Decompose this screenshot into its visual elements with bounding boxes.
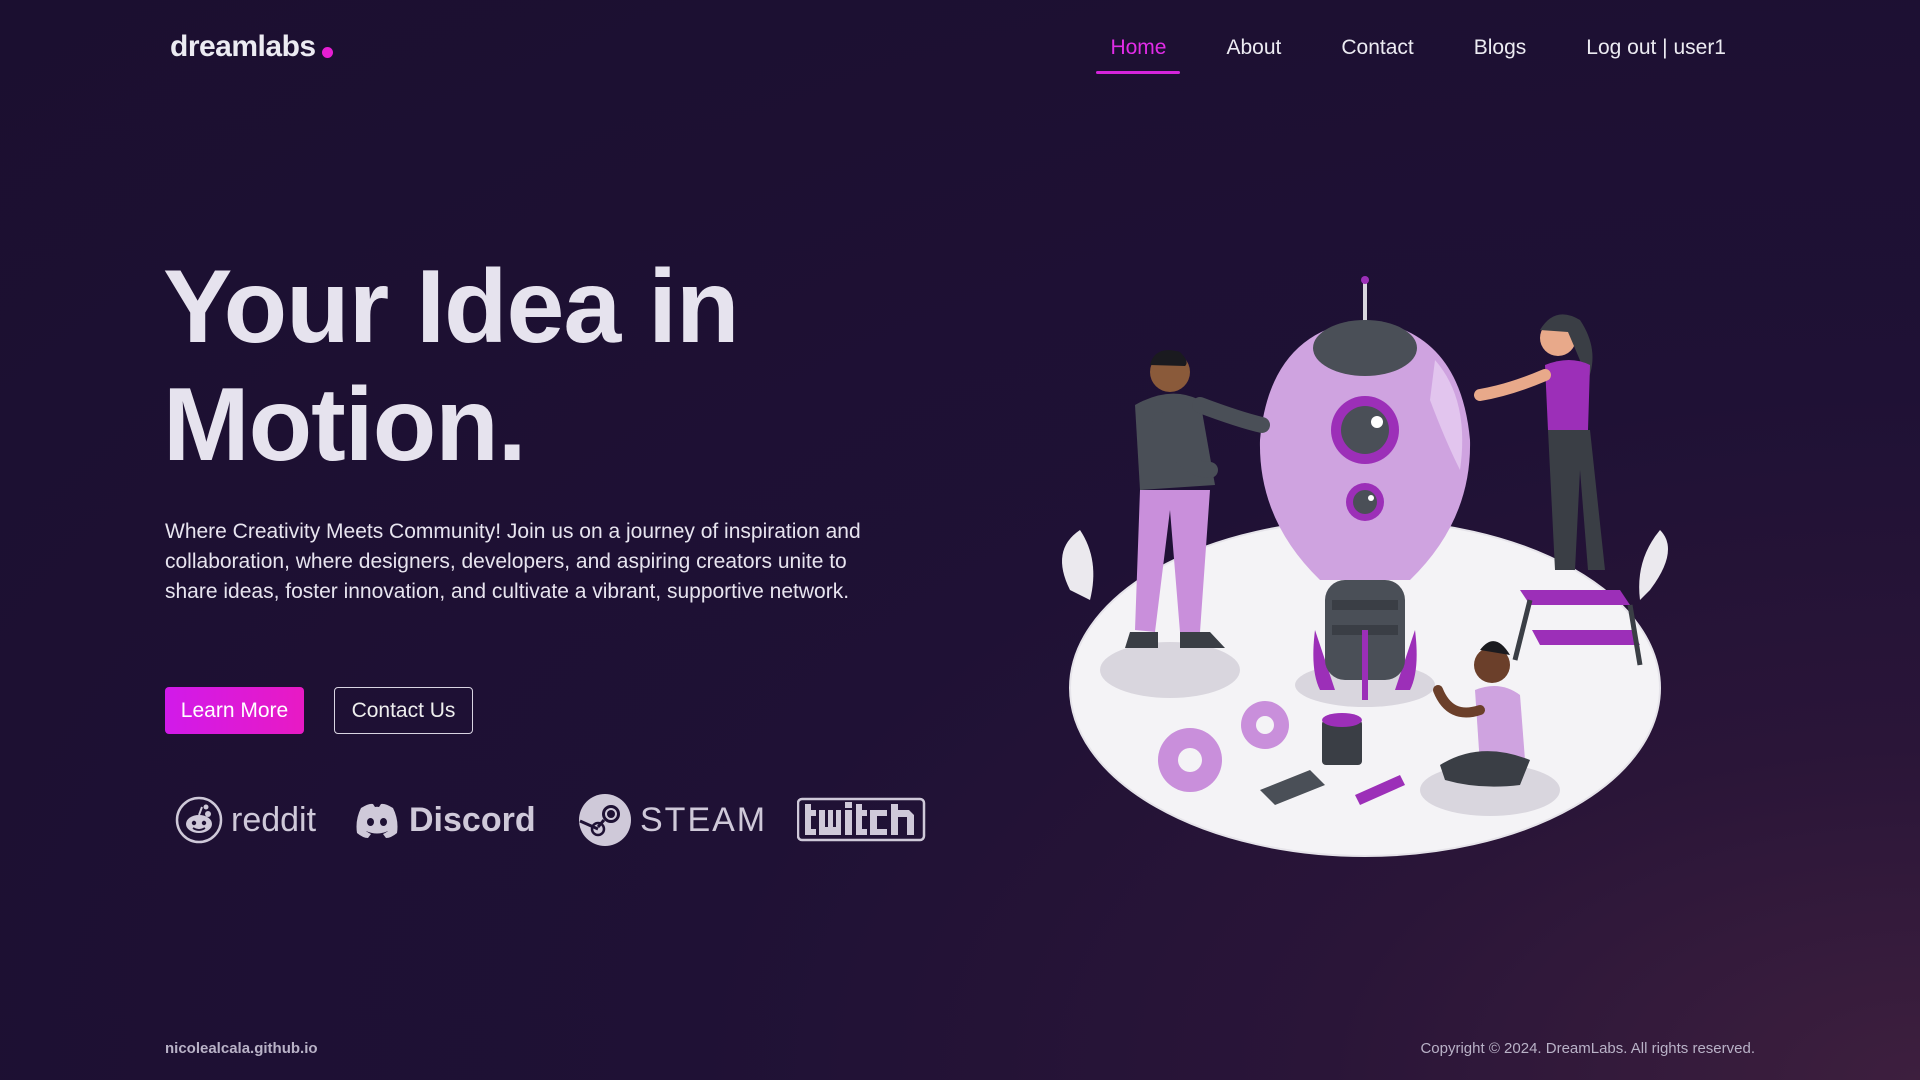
nav-contact-link[interactable]: Contact (1327, 30, 1427, 74)
twitch-brand[interactable] (797, 790, 927, 850)
steam-name: STEAM (640, 800, 768, 839)
learn-more-button[interactable]: Learn More (165, 687, 304, 734)
twitch-logo (797, 797, 926, 842)
footer-copyright: Copyright © 2024. DreamLabs. All rights … (1420, 1040, 1755, 1057)
discord-icon (356, 803, 398, 838)
discord-name: Discord (409, 800, 536, 839)
reddit-brand[interactable]: reddit (175, 790, 316, 850)
steam-brand[interactable]: STEAM (578, 790, 767, 850)
logo-dot (321, 47, 333, 58)
nav-links: Home About Contact Blogs Log out | user1 (1064, 30, 1740, 74)
contact-us-button[interactable]: Contact Us (334, 687, 473, 734)
footer-site-link[interactable]: nicolealcala.github.io (165, 1040, 318, 1057)
top-navigation: dreamlabs Home About Contact Blogs Log o… (0, 0, 1920, 100)
reddit-name: reddit (231, 800, 317, 839)
nav-blogs-link[interactable]: Blogs (1460, 30, 1541, 74)
partner-brands: reddit Discord STEAM (175, 790, 955, 850)
logo-text: dreamlabs (170, 30, 316, 63)
hero-title-line1: Your Idea in (163, 249, 739, 365)
hero-description: Where Creativity Meets Community! Join u… (165, 520, 861, 603)
rocket-team-illustration (1062, 276, 1668, 857)
nav-about-link[interactable]: About (1212, 30, 1295, 74)
hero-title: Your Idea in Motion. (163, 248, 963, 484)
reddit-icon (175, 796, 223, 844)
discord-brand[interactable]: Discord (353, 790, 536, 850)
hero-title-line2: Motion. (163, 367, 527, 483)
dreamlabs-logo[interactable]: dreamlabs (170, 30, 333, 64)
nav-logout-link[interactable]: Log out | user1 (1572, 30, 1740, 74)
nav-home-link[interactable]: Home (1096, 30, 1181, 74)
steam-icon (579, 794, 631, 846)
